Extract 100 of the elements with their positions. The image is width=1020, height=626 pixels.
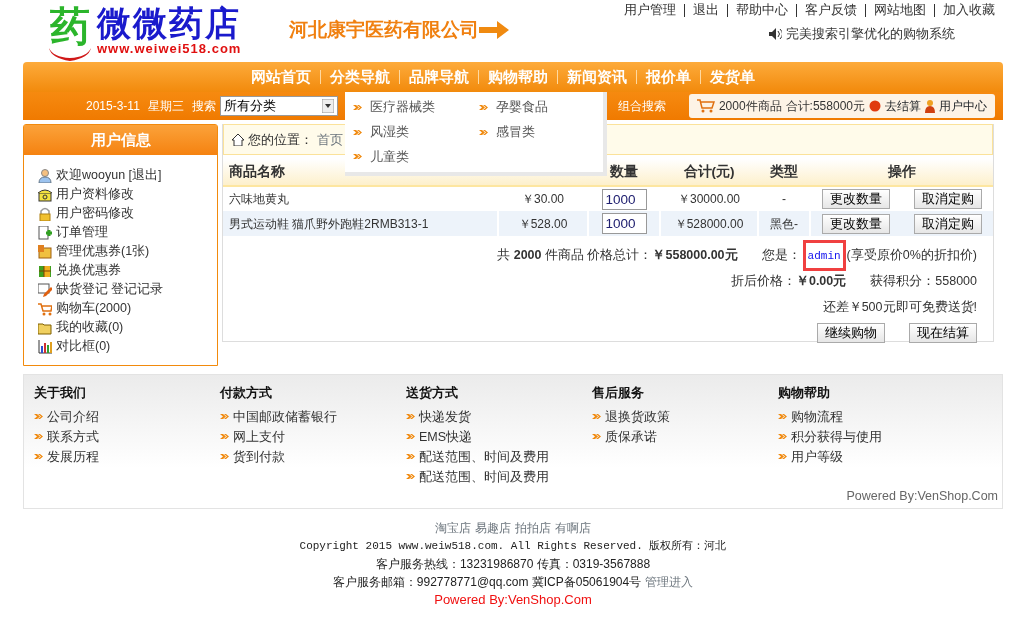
arrow-bullet-icon (406, 412, 415, 421)
quantity-field[interactable]: 1000 (601, 213, 647, 234)
shop-link[interactable]: 淘宝店 (435, 519, 471, 537)
category-select[interactable]: 所有分类 (219, 96, 338, 116)
arrow-bullet-icon (353, 152, 362, 162)
shipping-note: 还差￥500元即可免费送货! (822, 298, 977, 316)
sidebar-link[interactable]: 管理优惠券(1张) (56, 242, 150, 261)
user-center-link[interactable]: 用户中心 (939, 97, 987, 115)
sidebar-link[interactable]: 兑换优惠券 (56, 261, 121, 280)
bar-chart-icon (38, 339, 52, 354)
shop-link[interactable]: 有啊店 (555, 519, 591, 537)
slogan: 完美搜索引擎优化的购物系统 (786, 26, 955, 43)
sidebar-link[interactable]: 用户密码修改 (56, 204, 134, 223)
arrow-bullet-icon (34, 432, 43, 441)
action-button[interactable]: 现在结算 (909, 323, 977, 344)
footer-link[interactable]: 配送范围、时间及费用 (419, 466, 549, 487)
arrow-bullet-icon (34, 412, 43, 421)
footer-link[interactable]: 联系方式 (47, 426, 99, 447)
footer-link[interactable]: 配送范围、时间及费用 (419, 446, 549, 467)
sidebar-link[interactable]: 订单管理 (56, 223, 108, 242)
arrow-bullet-icon (220, 412, 229, 421)
sidebar-link[interactable]: 欢迎wooyun [退出] (56, 166, 162, 185)
arrow-bullet-icon (220, 452, 229, 461)
footer-link[interactable]: 货到付款 (233, 446, 285, 467)
dropdown-item[interactable]: 风湿类 (370, 122, 409, 142)
action-button[interactable]: 更改数量 (822, 213, 890, 234)
checkout-link[interactable]: 去结算 (885, 97, 921, 115)
cart-count: 2000件商品 (718, 98, 782, 115)
top-link[interactable]: 帮助中心 (727, 4, 796, 17)
sidebar-link[interactable]: 对比框(0) (56, 337, 111, 356)
sidebar-link[interactable]: 缺货登记 登记记录 (56, 280, 164, 299)
sidebar-link[interactable]: 我的收藏(0) (56, 318, 124, 337)
footer-link[interactable]: 购物流程 (791, 406, 843, 427)
gift-icon (38, 263, 52, 278)
powered-by-text: Powered By:VenShop.Com (846, 487, 998, 505)
coupon-icon (38, 244, 52, 259)
action-button[interactable]: 取消定购 (914, 213, 982, 234)
breadcrumb-label: 您的位置： (248, 130, 313, 149)
dropdown-item[interactable]: 孕婴食品 (496, 98, 548, 117)
arrow-bullet-icon (778, 412, 787, 421)
footer-link[interactable]: 用户等级 (791, 446, 843, 467)
footer-link[interactable]: 网上支付 (233, 426, 285, 447)
sidebar-link[interactable]: 购物车(2000) (56, 299, 132, 318)
footer-heading: 关于我们 (34, 384, 87, 402)
logo-url: www.weiwei518.com (97, 42, 242, 56)
shop-link[interactable]: 易趣店 (475, 519, 511, 537)
top-link[interactable]: 网站地图 (865, 4, 934, 17)
admin-login-link[interactable]: 管理进入 (645, 573, 694, 591)
discount-price-text: 折后价格：￥0.00元 (730, 272, 847, 290)
footer-link[interactable]: 发展历程 (47, 446, 99, 467)
sidebar-link[interactable]: 用户资料修改 (56, 185, 134, 204)
arrow-right-icon (479, 21, 510, 40)
cart-icon (38, 301, 52, 316)
footer-link[interactable]: 中国邮政储蓄银行 (233, 406, 337, 427)
footer-link[interactable]: 质保承诺 (605, 426, 657, 447)
company-name: 河北康宇医药有限公司 (289, 18, 480, 42)
top-link[interactable]: 加入收藏 (934, 4, 1003, 17)
arrow-bullet-icon (353, 102, 362, 112)
column-header: 类型 (758, 159, 810, 186)
logo-text: 微微药店 (97, 4, 242, 42)
arrow-bullet-icon (592, 412, 601, 421)
copyright-text: Copyright 2015 www.weiw518.com. All Rights Reserved. 版权所有：河北 (299, 539, 727, 554)
logo-mark: 药 (50, 4, 90, 48)
email-text: 客户服务邮箱：992778771@qq.com 冀ICP备05061904号 (332, 574, 642, 591)
arrow-bullet-icon (406, 452, 415, 461)
footer-link[interactable]: 快递发货 (419, 406, 471, 427)
document-add-icon (38, 225, 52, 240)
footer-heading: 售后服务 (592, 384, 645, 402)
dropdown-item[interactable]: 医疗器械类 (370, 98, 435, 117)
price-cell: ￥528.00 (498, 211, 588, 236)
arrow-bullet-icon (34, 452, 43, 461)
username-link[interactable]: admin (807, 250, 841, 262)
top-link[interactable]: 客户反馈 (796, 4, 865, 17)
action-button[interactable]: 更改数量 (821, 189, 890, 209)
footer-heading: 送货方式 (406, 384, 459, 402)
breadcrumb-link[interactable]: 首页 (317, 129, 343, 150)
laurel-icon (47, 48, 93, 62)
footer-link[interactable]: 公司介绍 (47, 406, 99, 427)
type-cell: - (758, 186, 810, 211)
top-link[interactable]: 退出 (684, 4, 727, 17)
arrow-bullet-icon (406, 472, 415, 481)
shop-link[interactable]: 拍拍店 (515, 519, 551, 537)
top-link[interactable]: 用户管理 (616, 4, 684, 17)
powered-by-text: Powered By:VenShop.Com (434, 591, 592, 609)
action-button[interactable]: 取消定购 (913, 189, 982, 209)
footer-link[interactable]: EMS快递 (419, 426, 473, 447)
folder-icon (38, 320, 52, 335)
user-icon (38, 168, 52, 183)
column-header: 合计(元) (660, 159, 758, 186)
dropdown-arrow-icon (321, 99, 334, 113)
footer-link[interactable]: 退换货政策 (605, 406, 670, 427)
dropdown-item[interactable]: 感冒类 (496, 122, 535, 142)
footer-link[interactable]: 积分获得与使用 (791, 426, 882, 447)
quantity-field[interactable]: 1000 (601, 188, 647, 210)
lock-icon (38, 206, 52, 221)
cart-total: 合计:558000元 (785, 98, 865, 115)
arrow-bullet-icon (592, 432, 601, 441)
action-button[interactable]: 继续购物 (817, 323, 885, 344)
points-text: 获得积分：558000 (870, 272, 977, 290)
arrow-bullet-icon (479, 102, 488, 112)
